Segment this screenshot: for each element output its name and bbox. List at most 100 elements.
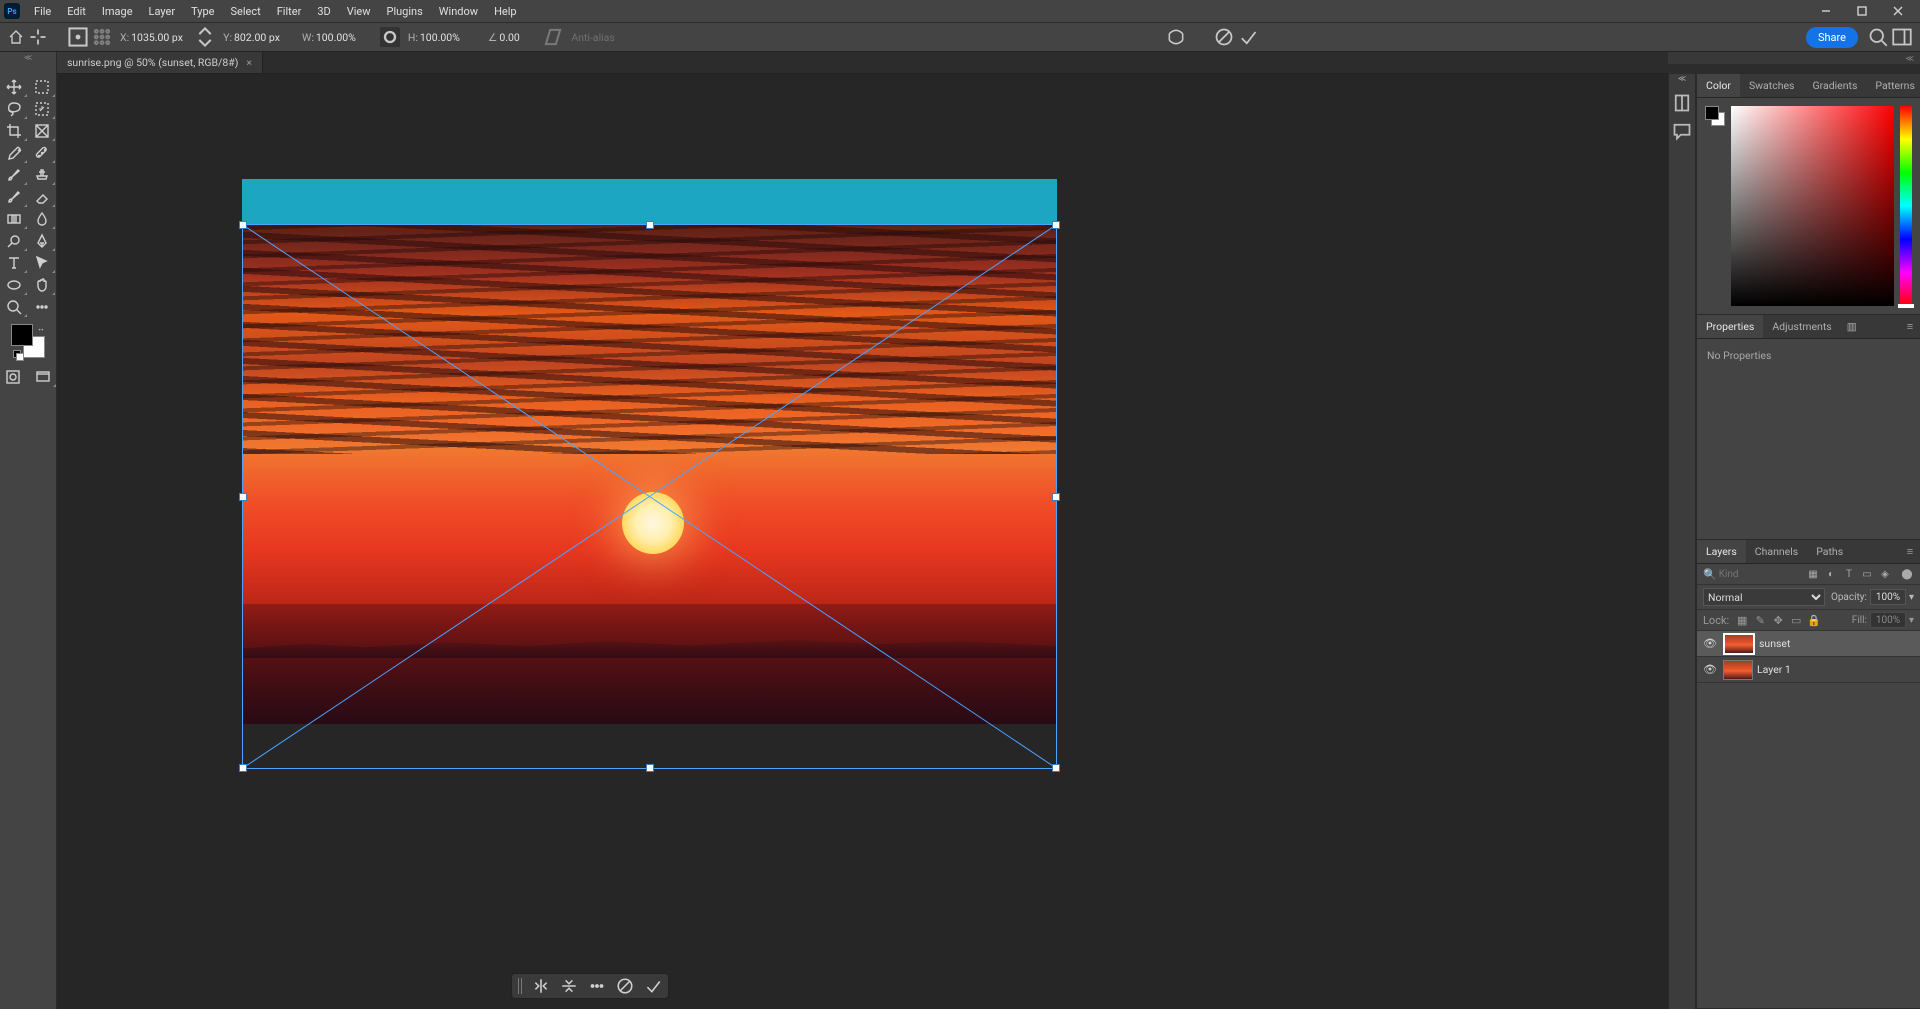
filter-shape-icon[interactable]: ▭	[1860, 567, 1874, 581]
close-tab-icon[interactable]: ×	[246, 56, 252, 69]
gradient-tool[interactable]	[0, 208, 28, 230]
marquee-tool[interactable]	[28, 76, 56, 98]
reference-point-grid-icon[interactable]	[92, 27, 112, 47]
clone-stamp-tool[interactable]	[28, 164, 56, 186]
color-swatches[interactable]: ↔	[11, 324, 45, 358]
canvas-area[interactable]	[57, 74, 1668, 1009]
filter-adjust-icon[interactable]: ◐	[1824, 567, 1838, 581]
menu-file[interactable]: File	[26, 2, 59, 21]
reference-point-icon[interactable]	[68, 27, 88, 47]
commit-transform-button[interactable]	[1238, 27, 1258, 47]
visibility-toggle-icon[interactable]: 👁	[1701, 663, 1719, 676]
move-tool[interactable]	[0, 76, 28, 98]
panel-color-swatches[interactable]	[1705, 106, 1725, 126]
transform-preset-icon[interactable]	[28, 27, 48, 47]
libraries-icon[interactable]: ▥	[1841, 315, 1863, 338]
menu-window[interactable]: Window	[431, 2, 486, 21]
layer-name[interactable]: Layer 1	[1757, 663, 1791, 676]
filter-pixel-icon[interactable]: ▦	[1806, 567, 1820, 581]
crop-tool[interactable]	[0, 120, 28, 142]
menu-type[interactable]: Type	[183, 2, 222, 21]
home-icon[interactable]	[8, 29, 24, 45]
shape-tool[interactable]	[0, 274, 28, 296]
transform-handle-top-center[interactable]	[646, 221, 654, 229]
properties-tab[interactable]: Properties	[1697, 315, 1763, 338]
screen-mode-icon[interactable]	[29, 366, 57, 388]
layer-thumbnail[interactable]	[1723, 660, 1753, 680]
type-tool[interactable]	[0, 252, 28, 274]
lock-artboard-icon[interactable]: ▭	[1789, 614, 1803, 627]
lock-position-icon[interactable]: ✥	[1771, 614, 1785, 627]
healing-tool[interactable]	[28, 142, 56, 164]
channels-tab[interactable]: Channels	[1746, 540, 1807, 563]
document-canvas[interactable]	[242, 179, 1057, 724]
eraser-tool[interactable]	[28, 186, 56, 208]
paths-tab[interactable]: Paths	[1807, 540, 1852, 563]
layer-filter-input[interactable]	[1719, 569, 1802, 580]
layer-name[interactable]: sunset	[1759, 637, 1790, 650]
fill-value[interactable]: 100%	[1870, 612, 1906, 628]
quick-selection-tool[interactable]	[28, 98, 56, 120]
filter-smart-icon[interactable]: ◈	[1878, 567, 1892, 581]
document-tab[interactable]: sunrise.png @ 50% (sunset, RGB/8#) ×	[57, 52, 263, 73]
transform-handle-top-right[interactable]	[1052, 221, 1060, 229]
window-close-button[interactable]	[1880, 0, 1916, 22]
color-picker[interactable]	[1731, 106, 1894, 306]
aspect-lock-icon[interactable]	[380, 27, 400, 47]
lock-all-icon[interactable]: 🔒	[1807, 614, 1821, 627]
opacity-value[interactable]: 100%	[1870, 589, 1906, 605]
lock-transparency-icon[interactable]: ▦	[1735, 614, 1749, 627]
window-maximize-button[interactable]	[1844, 0, 1880, 22]
angle-input[interactable]	[499, 31, 535, 44]
transform-handle-bottom-left[interactable]	[239, 764, 247, 772]
layer-row[interactable]: 👁 Layer 1	[1697, 657, 1920, 683]
frame-tool[interactable]	[28, 120, 56, 142]
pen-tool[interactable]	[28, 230, 56, 252]
toolbar-grip-icon[interactable]	[518, 978, 522, 994]
cancel-icon[interactable]	[616, 977, 634, 995]
fill-dropdown-icon[interactable]: ▾	[1909, 615, 1914, 626]
layer-thumbnail[interactable]	[1723, 633, 1755, 655]
x-input[interactable]	[131, 31, 187, 44]
default-colors-icon[interactable]	[13, 350, 23, 360]
menu-view[interactable]: View	[339, 2, 379, 21]
swatches-tab[interactable]: Swatches	[1740, 74, 1804, 97]
eyedropper-tool[interactable]	[0, 142, 28, 164]
warp-mode-icon[interactable]	[1166, 27, 1186, 47]
flip-horizontal-icon[interactable]	[532, 977, 550, 995]
menu-plugins[interactable]: Plugins	[379, 2, 431, 21]
filter-toggle-icon[interactable]: ⬤	[1900, 567, 1914, 581]
visibility-toggle-icon[interactable]: 👁	[1701, 637, 1719, 650]
quick-mask-icon[interactable]	[0, 366, 27, 388]
adjustments-tab[interactable]: Adjustments	[1763, 315, 1840, 338]
menu-edit[interactable]: Edit	[59, 2, 94, 21]
swap-xy-icon[interactable]	[195, 27, 215, 47]
opacity-dropdown-icon[interactable]: ▾	[1909, 592, 1914, 603]
transform-bounding-box[interactable]	[242, 224, 1057, 769]
workspace-switcher-icon[interactable]	[1892, 27, 1912, 47]
transform-handle-bottom-center[interactable]	[646, 764, 654, 772]
hue-slider[interactable]	[1900, 106, 1912, 306]
menu-3d[interactable]: 3D	[309, 2, 338, 21]
path-selection-tool[interactable]	[28, 252, 56, 274]
menu-filter[interactable]: Filter	[269, 2, 310, 21]
layer-row[interactable]: 👁 sunset	[1697, 631, 1920, 657]
blend-mode-select[interactable]: Normal	[1703, 588, 1825, 606]
toolbox-collapse-icon[interactable]: ≪	[24, 53, 32, 62]
h-input[interactable]	[420, 31, 476, 44]
w-input[interactable]	[316, 31, 372, 44]
swap-colors-icon[interactable]: ↔	[37, 324, 45, 333]
history-brush-tool[interactable]	[0, 186, 28, 208]
right-panels-collapse-icon[interactable]: ≪	[1906, 54, 1914, 63]
y-input[interactable]	[234, 31, 290, 44]
foreground-color-swatch[interactable]	[11, 324, 33, 346]
search-icon[interactable]	[1868, 27, 1888, 47]
cancel-transform-button[interactable]	[1214, 27, 1234, 47]
zoom-tool[interactable]	[0, 296, 28, 318]
learn-panel-icon[interactable]	[1672, 93, 1692, 113]
hand-tool[interactable]	[28, 274, 56, 296]
menu-image[interactable]: Image	[94, 2, 141, 21]
expand-panels-icon[interactable]: ≪	[1678, 74, 1686, 83]
brush-tool[interactable]	[0, 164, 28, 186]
transform-handle-top-left[interactable]	[239, 221, 247, 229]
